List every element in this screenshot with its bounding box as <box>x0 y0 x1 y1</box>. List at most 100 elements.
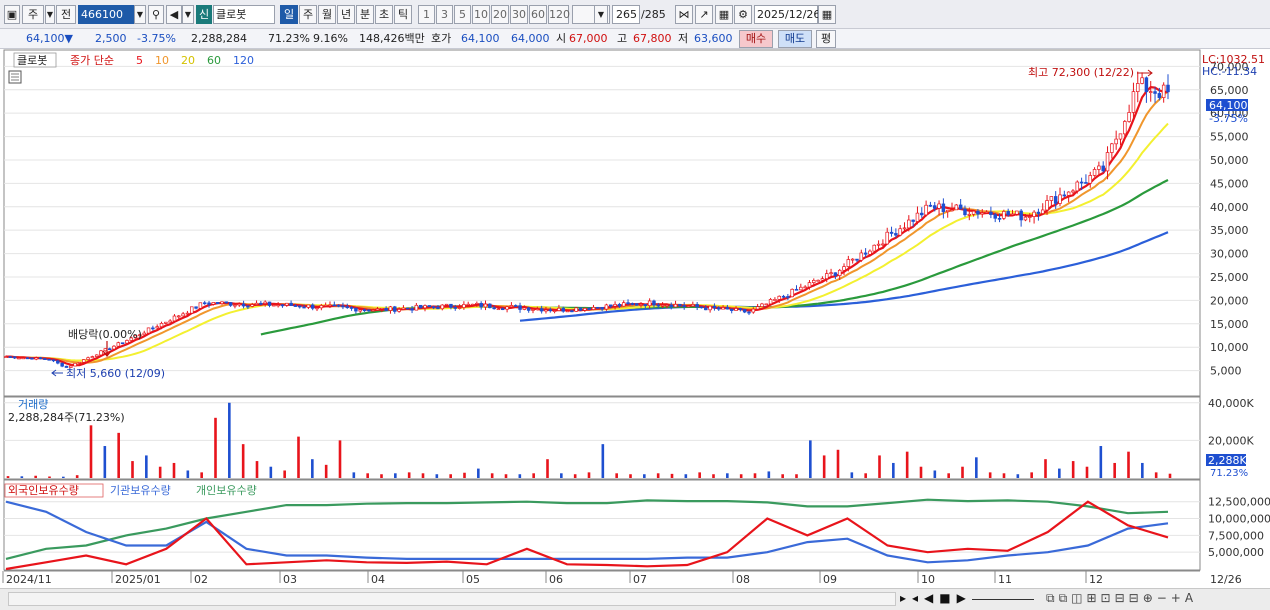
price-tick-label: 35,000 <box>1210 224 1249 237</box>
candle-body <box>323 304 328 307</box>
candle-body <box>302 306 306 309</box>
candle-body <box>721 307 725 310</box>
zoom-slider[interactable] <box>972 599 1034 600</box>
interval-button-5[interactable]: 5 <box>454 5 471 24</box>
type-select[interactable]: 주 <box>22 5 44 24</box>
volume-bar <box>822 455 826 478</box>
volume-bar <box>117 432 120 478</box>
low-label: 저 <box>678 32 689 45</box>
interval-button-30[interactable]: 30 <box>510 5 528 24</box>
compare-icon[interactable]: ⋈ <box>675 5 693 24</box>
buy-button[interactable]: 매수 <box>739 30 773 48</box>
candle-body <box>742 308 747 313</box>
candle-body <box>548 309 553 312</box>
candle-body <box>1148 91 1153 93</box>
code-dropdown-icon[interactable]: ▼ <box>134 5 146 24</box>
interval-dropdown-icon[interactable]: ▼ <box>594 5 608 24</box>
expand-icon[interactable]: ↗ <box>695 5 713 24</box>
gear-icon[interactable]: ⚙ <box>734 5 752 24</box>
candle-body <box>600 306 604 310</box>
stock-name-field[interactable]: 클로봇 <box>213 5 275 24</box>
type-dropdown-icon[interactable]: ▼ <box>45 5 55 24</box>
volume: 2,288,284 <box>191 32 247 45</box>
candle-body <box>194 306 198 309</box>
interval-button-120[interactable]: 120 <box>548 5 570 24</box>
interval-button-60[interactable]: 60 <box>529 5 547 24</box>
quote-bar: 64,100▼ 2,500 -3.75% 2,288,284 71.23% 9.… <box>0 29 1270 49</box>
playback-controls[interactable]: ▸◂◀■▶ <box>900 591 972 605</box>
period-tab-4[interactable]: 분 <box>356 5 374 24</box>
candle-body <box>47 358 51 361</box>
legend-ma-1[interactable]: 5 <box>136 54 143 67</box>
volume-bar <box>712 474 715 478</box>
legend-ma-3[interactable]: 20 <box>181 54 195 67</box>
speaker-icon[interactable]: ◀ <box>166 5 182 24</box>
holdings-panel: 5,000,000 7,500,000 10,000,000 12,500,000 외… <box>3 479 1270 571</box>
date-input[interactable]: 2025/12/26 <box>754 5 820 24</box>
volume-bar <box>809 440 812 478</box>
candle-body <box>94 354 99 357</box>
prev-button[interactable]: 전 <box>56 5 76 24</box>
grid-icon[interactable]: ▦ <box>715 5 733 24</box>
period-tab-1[interactable]: 주 <box>299 5 317 24</box>
legend-ma-5[interactable]: 120 <box>233 54 254 67</box>
candle-body <box>682 305 686 307</box>
candle-body <box>881 243 885 246</box>
volume-title: 거래량 <box>18 398 48 411</box>
candle-body <box>1066 191 1071 196</box>
volume-bar <box>947 473 950 478</box>
sell-button[interactable]: 매도 <box>778 30 812 48</box>
candle-body <box>898 228 902 236</box>
bid-price: 64,000 <box>511 32 550 45</box>
x-tick-label: 11 <box>998 573 1012 586</box>
candle-body <box>678 303 682 306</box>
legend-stock-name: 클로봇 <box>17 54 47 67</box>
calendar-icon[interactable]: ▦ <box>818 5 836 24</box>
period-tab-0[interactable]: 일 <box>280 5 298 24</box>
candle-body <box>310 304 315 309</box>
interval-button-3[interactable]: 3 <box>436 5 453 24</box>
candle-body <box>276 304 280 307</box>
candle-body <box>660 304 665 307</box>
candle-body <box>259 302 263 305</box>
legend-ma-2[interactable]: 10 <box>155 54 169 67</box>
candle-body <box>8 356 13 358</box>
candle-body <box>976 210 980 215</box>
interval-button-1[interactable]: 1 <box>418 5 435 24</box>
price-tick-label: 5,000 <box>1210 365 1242 378</box>
x-tick-label: 06 <box>549 573 563 586</box>
candle-body <box>431 306 436 309</box>
candle-body <box>932 205 937 209</box>
trade-amount: 148,426백만 <box>359 32 425 45</box>
candle-body <box>803 286 807 289</box>
volume-bar <box>75 475 79 478</box>
period-tab-5[interactable]: 초 <box>375 5 393 24</box>
price-panel: 5,000 10,000 15,000 20,000 25,000 30,000 35,00… <box>3 49 1265 397</box>
period-tab-2[interactable]: 월 <box>318 5 336 24</box>
candle-body <box>90 356 95 359</box>
period-tab-3[interactable]: 년 <box>337 5 355 24</box>
search-icon[interactable]: ⚲ <box>148 5 164 24</box>
legend-ma-0[interactable]: 종가 단순 <box>70 54 114 67</box>
candle-body <box>211 302 216 305</box>
candle-body <box>289 302 293 306</box>
tool-icons[interactable]: ⧉⧉◫⊞⊡⊟⊟⊕−+A <box>1046 591 1197 606</box>
interval-button-10[interactable]: 10 <box>472 5 490 24</box>
layout-icon[interactable]: ▣ <box>4 5 20 24</box>
volume-bar <box>311 459 314 478</box>
candle-body <box>963 208 967 216</box>
last-price-pct: -3.75% <box>1209 112 1248 125</box>
candle-body <box>639 304 643 306</box>
code-input[interactable]: 466100 <box>78 5 134 24</box>
eval-button[interactable]: 평 <box>816 30 836 48</box>
candle-body <box>665 304 669 307</box>
period-tab-6[interactable]: 틱 <box>394 5 412 24</box>
scrollbar[interactable] <box>8 592 896 606</box>
count-input[interactable]: 265 <box>612 5 640 24</box>
candle-body <box>60 362 64 367</box>
candle-body <box>773 299 777 301</box>
legend-ma-4[interactable]: 60 <box>207 54 221 67</box>
interval-button-20[interactable]: 20 <box>491 5 509 24</box>
speaker-dropdown-icon[interactable]: ▼ <box>182 5 194 24</box>
candle-body <box>1123 121 1127 135</box>
